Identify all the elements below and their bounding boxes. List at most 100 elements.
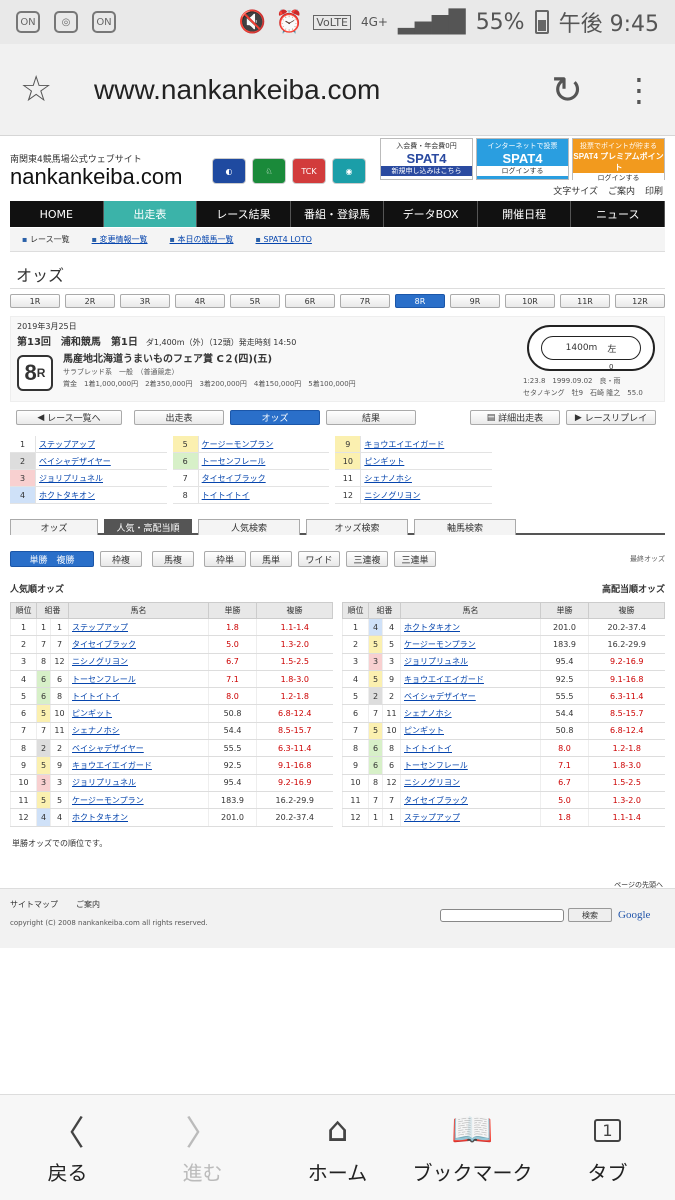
entry-horse-link[interactable]: ニシノグリヨン xyxy=(361,487,420,503)
horse-name-link[interactable]: ホクトタキオン xyxy=(400,618,541,637)
horse-name-link[interactable]: ニシノグリヨン xyxy=(68,653,209,671)
entry-horse-link[interactable]: キョウエイエイガード xyxy=(361,436,444,452)
horse-name-link[interactable]: タイセイブラック xyxy=(68,635,209,654)
tab-popular-search[interactable]: 人気検索 xyxy=(198,519,300,535)
home-button[interactable]: ⌂ ホーム xyxy=(270,1095,405,1200)
race-tab-3r[interactable]: 3R xyxy=(120,294,170,308)
race-tab-11r[interactable]: 11R xyxy=(560,294,610,308)
tab-odds-search[interactable]: オッズ検索 xyxy=(306,519,408,535)
bet-trifecta[interactable]: 三連単 xyxy=(394,551,436,567)
kawasaki-logo-icon[interactable]: ◉ xyxy=(332,158,366,184)
tab-axis-search[interactable]: 軸馬検索 xyxy=(414,519,516,535)
entry-horse-link[interactable]: ホクトタキオン xyxy=(36,487,95,503)
spat4-signup-banner[interactable]: 入会費・年会費0円 SPAT4 新規申し込みはこちら xyxy=(380,138,473,180)
race-tab-4r[interactable]: 4R xyxy=(175,294,225,308)
race-tab-9r[interactable]: 9R xyxy=(450,294,500,308)
horse-name-link[interactable]: ピンギット xyxy=(68,704,209,723)
horse-name-link[interactable]: ピンギット xyxy=(400,722,541,741)
nav-results[interactable]: レース結果 xyxy=(197,201,291,227)
nav-news[interactable]: ニュース xyxy=(571,201,666,227)
race-tab-10r[interactable]: 10R xyxy=(505,294,555,308)
bet-bracket-exacta[interactable]: 枠単 xyxy=(204,551,246,567)
race-tab-12r[interactable]: 12R xyxy=(615,294,665,308)
race-tab-1r[interactable]: 1R xyxy=(10,294,60,308)
nav-home[interactable]: HOME xyxy=(10,201,104,227)
nav-programs[interactable]: 番組・登録馬 xyxy=(291,201,385,227)
race-replay-button[interactable]: ▶ レースリプレイ xyxy=(566,410,656,425)
bet-bracket-quinella[interactable]: 枠複 xyxy=(100,551,142,567)
more-menu-icon[interactable]: ⋮ xyxy=(623,74,655,106)
url-bar[interactable]: www.nankankeiba.com xyxy=(94,74,380,106)
horse-name-link[interactable]: ベイシャデザイヤー xyxy=(400,687,541,706)
nav-databox[interactable]: データBOX xyxy=(384,201,478,227)
sitemap-link[interactable]: サイトマップ xyxy=(10,899,58,910)
urawa-logo-icon[interactable]: ◐ xyxy=(212,158,246,184)
site-logo[interactable]: nankankeiba.com xyxy=(10,164,182,190)
horse-name-link[interactable]: ジョリプリュネル xyxy=(400,653,541,671)
tab-odds[interactable]: オッズ xyxy=(10,519,98,535)
horse-name-link[interactable]: トーセンフレール xyxy=(400,756,541,775)
entry-horse-link[interactable]: ピンギット xyxy=(361,453,404,469)
site-search-input[interactable] xyxy=(440,909,564,922)
entry-horse-link[interactable]: トイトイトイ xyxy=(199,487,250,503)
horse-name-link[interactable]: ケージーモンプラン xyxy=(400,635,541,654)
entry-horse-link[interactable]: トーセンフレール xyxy=(199,453,266,469)
results-button[interactable]: 結果 xyxy=(326,410,416,425)
race-tab-6r[interactable]: 6R xyxy=(285,294,335,308)
footer-guide-link[interactable]: ご案内 xyxy=(76,899,100,910)
horse-name-link[interactable]: トーセンフレール xyxy=(68,670,209,689)
entry-horse-link[interactable]: ケージーモンプラン xyxy=(199,436,274,452)
spat4-login-banner[interactable]: インターネットで投票 SPAT4 ログインする xyxy=(476,138,569,180)
race-tab-5r[interactable]: 5R xyxy=(230,294,280,308)
spat4-premium-banner[interactable]: 投票でポイントが貯まる SPAT4 プレミアムポイント ログインする xyxy=(572,138,665,183)
race-tab-7r[interactable]: 7R xyxy=(340,294,390,308)
detailed-entries-button[interactable]: ▤ 詳細出走表 xyxy=(470,410,560,425)
tck-logo-icon[interactable]: TCK xyxy=(292,158,326,184)
entry-horse-link[interactable]: ステップアップ xyxy=(36,436,95,452)
tab-popular-high[interactable]: 人気・高配当順 xyxy=(104,519,192,535)
subnav-loto[interactable]: SPAT4 LOTO xyxy=(256,235,311,244)
bet-win-place[interactable]: 単勝 複勝 xyxy=(10,551,94,567)
bookmarks-button[interactable]: 📖 ブックマーク xyxy=(405,1095,540,1200)
horse-name-link[interactable]: ステップアップ xyxy=(68,618,209,637)
subnav-changes[interactable]: 変更情報一覧 xyxy=(92,234,148,245)
entry-horse-link[interactable]: ジョリプリュネル xyxy=(36,470,103,486)
entry-horse-link[interactable]: ベイシャデザイヤー xyxy=(36,453,111,469)
race-tab-8r[interactable]: 8R xyxy=(395,294,445,308)
subnav-today[interactable]: 本日の競馬一覧 xyxy=(170,234,234,245)
horse-name-link[interactable]: ホクトタキオン xyxy=(68,808,209,827)
horse-name-link[interactable]: ケージーモンプラン xyxy=(68,791,209,810)
horse-name-link[interactable]: ジョリプリュネル xyxy=(68,774,209,792)
nav-entries[interactable]: 出走表 xyxy=(103,201,198,227)
race-list-button[interactable]: ◀ レース一覧へ xyxy=(16,410,122,425)
back-button[interactable]: 〈 戻る xyxy=(0,1095,135,1200)
horse-name-link[interactable]: トイトイトイ xyxy=(68,687,209,706)
font-size-control[interactable]: 文字サイズ xyxy=(553,184,598,197)
horse-name-link[interactable]: キョウエイエイガード xyxy=(400,670,541,689)
odds-button[interactable]: オッズ xyxy=(230,410,320,425)
forward-button[interactable]: 〉 進む xyxy=(135,1095,270,1200)
bookmark-star-icon[interactable]: ☆ xyxy=(20,69,70,110)
horse-name-link[interactable]: トイトイトイ xyxy=(400,739,541,758)
race-tab-2r[interactable]: 2R xyxy=(65,294,115,308)
horse-name-link[interactable]: シェナノホシ xyxy=(68,722,209,741)
horse-name-link[interactable]: キョウエイエイガード xyxy=(68,756,209,775)
bet-quinella[interactable]: 馬複 xyxy=(152,551,194,567)
subnav-race-list[interactable]: レース一覧 xyxy=(22,234,70,245)
tabs-button[interactable]: 1 タブ xyxy=(540,1095,675,1200)
bet-exacta[interactable]: 馬単 xyxy=(250,551,292,567)
horse-name-link[interactable]: タイセイブラック xyxy=(400,791,541,810)
reload-icon[interactable]: ↻ xyxy=(551,68,583,112)
funabashi-logo-icon[interactable]: ♘ xyxy=(252,158,286,184)
entry-horse-link[interactable]: タイセイブラック xyxy=(199,470,266,486)
horse-name-link[interactable]: ニシノグリヨン xyxy=(400,774,541,792)
entries-button[interactable]: 出走表 xyxy=(134,410,224,425)
bet-trio[interactable]: 三連複 xyxy=(346,551,388,567)
horse-name-link[interactable]: ベイシャデザイヤー xyxy=(68,739,209,758)
site-search-button[interactable]: 検索 xyxy=(568,908,612,922)
print-link[interactable]: 印刷 xyxy=(645,184,663,197)
horse-name-link[interactable]: ステップアップ xyxy=(400,808,541,827)
nav-schedule[interactable]: 開催日程 xyxy=(478,201,572,227)
entry-horse-link[interactable]: シェナノホシ xyxy=(361,470,412,486)
guide-link[interactable]: ご案内 xyxy=(608,184,635,197)
